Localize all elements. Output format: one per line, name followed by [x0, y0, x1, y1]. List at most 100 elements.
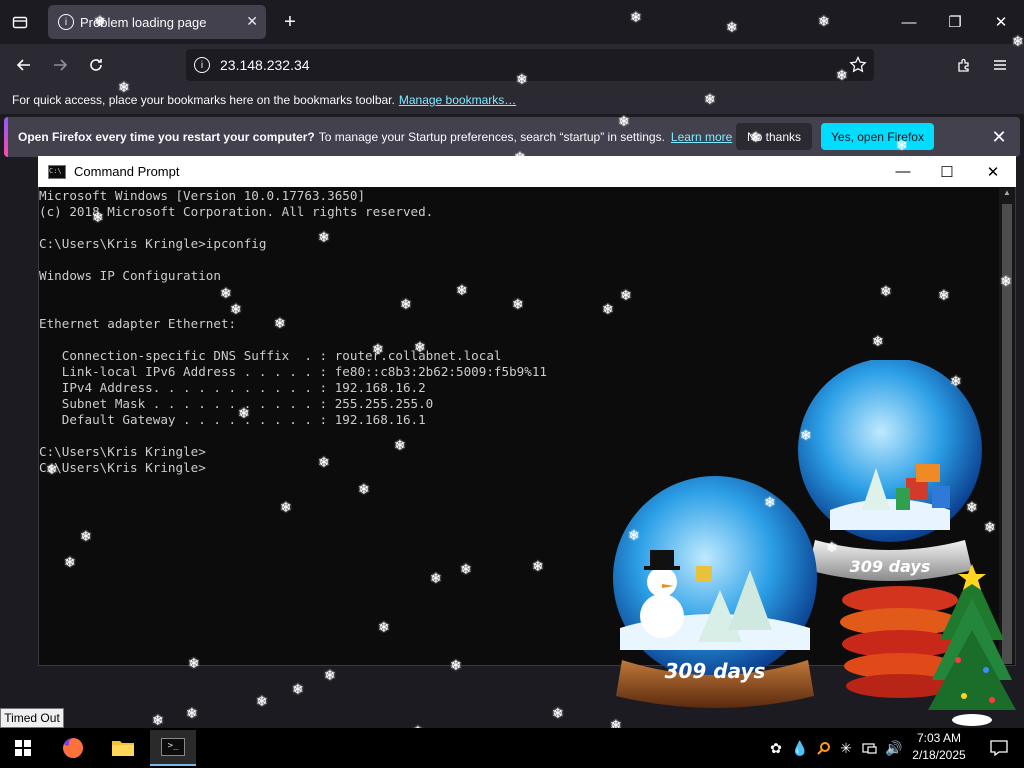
file-explorer-taskbar-icon[interactable]	[100, 730, 146, 766]
bookmarks-toolbar: For quick access, place your bookmarks h…	[0, 86, 1024, 114]
cmd-taskbar-icon[interactable]: >_	[150, 730, 196, 766]
snowflake-icon: ❄	[358, 481, 370, 497]
snowflake-icon: ❄	[92, 209, 104, 225]
snowflake-icon: ❄	[630, 9, 642, 25]
bookmarks-hint: For quick access, place your bookmarks h…	[12, 93, 395, 107]
console-line: (c) 2018 Microsoft Corporation. All righ…	[39, 204, 434, 219]
clock-time: 7:03 AM	[916, 731, 962, 745]
snowflake-icon: ❄	[46, 461, 58, 477]
yes-open-firefox-button[interactable]: Yes, open Firefox	[821, 123, 934, 150]
snowflake-icon: ❄	[516, 71, 528, 87]
forward-icon[interactable]	[46, 52, 74, 78]
snowflake-icon: ❄	[152, 712, 164, 728]
snowflake-icon: ❄	[872, 333, 884, 349]
snowflake-icon: ❄	[1000, 273, 1012, 289]
snowflake-icon: ❄	[430, 570, 442, 586]
snowflake-icon: ❄	[94, 13, 106, 29]
console-line: Ethernet adapter Ethernet:	[39, 316, 237, 331]
snowflake-icon: ❄	[984, 519, 996, 535]
notifications-icon[interactable]	[976, 730, 1022, 766]
console-line: C:\Users\Kris Kringle>ipconfig	[39, 236, 267, 251]
snow-globe-front: 309 days	[613, 476, 817, 708]
snowflake-icon: ❄	[230, 301, 242, 317]
scroll-up-icon[interactable]: ▲	[999, 188, 1015, 202]
site-info-icon[interactable]: i	[194, 57, 210, 73]
snowflake-icon: ❄	[80, 528, 92, 544]
cmd-maximize-button[interactable]: ☐	[924, 156, 970, 187]
cmd-minimize-button[interactable]: —	[880, 156, 926, 187]
app-menu-icon[interactable]	[986, 52, 1014, 78]
snowflake-icon: ❄	[896, 137, 908, 153]
snowflake-icon: ❄	[186, 705, 198, 721]
snowflake-icon: ❄	[450, 657, 462, 673]
snowflake-icon: ❄	[950, 373, 962, 389]
list-all-tabs-icon[interactable]	[8, 10, 32, 34]
url-text: 23.148.232.34	[220, 57, 310, 73]
no-thanks-button[interactable]: No thanks	[736, 123, 812, 150]
tray-drop-icon[interactable]: 💧	[790, 736, 810, 760]
spring-decoration	[840, 586, 960, 698]
snowflake-icon: ❄	[378, 619, 390, 635]
snowflake-icon: ❄	[628, 527, 640, 543]
notification-title: Open Firefox every time you restart your…	[18, 130, 315, 144]
start-button[interactable]	[0, 730, 46, 766]
notification-text: To manage your Startup preferences, sear…	[318, 130, 665, 144]
snowflake-icon: ❄	[532, 558, 544, 574]
snowflake-icon: ❄	[400, 296, 412, 312]
snowflake-icon: ❄	[880, 283, 892, 299]
windows-logo-icon	[15, 740, 31, 756]
minimize-button[interactable]: —	[886, 8, 932, 36]
learn-more-link[interactable]: Learn more	[671, 130, 732, 144]
snowflake-icon: ❄	[64, 554, 76, 570]
snowflake-icon: ❄	[800, 427, 812, 443]
tray-app-icon[interactable]: ✿	[766, 736, 786, 760]
snowflake-icon: ❄	[514, 149, 526, 165]
snowflake-icon: ❄	[602, 301, 614, 317]
console-line: Windows IP Configuration	[39, 268, 221, 283]
notification-close-icon[interactable]: ✕	[986, 124, 1012, 150]
snowflake-icon: ❄	[618, 113, 630, 129]
snowflake-icon: ❄	[256, 693, 268, 709]
network-icon[interactable]	[860, 736, 880, 760]
snowflake-icon: ❄	[456, 282, 468, 298]
tab-problem-loading[interactable]: i Problem loading page ✕	[48, 5, 266, 39]
manage-bookmarks-link[interactable]: Manage bookmarks…	[399, 93, 516, 107]
snowflake-icon: ❄	[324, 667, 336, 683]
cmd-title: Command Prompt	[74, 164, 180, 179]
new-tab-button[interactable]: +	[278, 10, 302, 34]
volume-icon[interactable]: 🔊	[884, 736, 904, 760]
snowflake-icon: ❄	[938, 287, 950, 303]
snowflake-icon: ❄	[966, 499, 978, 515]
console-line: Microsoft Windows [Version 10.0.17763.36…	[39, 188, 366, 203]
snowflake-icon: ❄	[292, 681, 304, 697]
snowflake-icon: ❄	[318, 229, 330, 245]
snowflake-icon: ❄	[836, 67, 848, 83]
bookmark-star-icon[interactable]	[844, 52, 872, 78]
snowflake-icon: ❄	[372, 341, 384, 357]
snowflake-icon: ❄	[414, 339, 426, 355]
info-icon: i	[58, 14, 74, 30]
snowflake-icon: ❄	[220, 285, 232, 301]
close-window-button[interactable]: ✕	[978, 8, 1024, 36]
snowflake-icon: ❄	[764, 494, 776, 510]
tab-close-icon[interactable]: ✕	[246, 13, 258, 30]
url-bar[interactable]: i 23.148.232.34	[186, 49, 874, 81]
front-globe-days-label: 309 days	[665, 659, 766, 683]
tray-snowflake-icon[interactable]: ✳	[836, 736, 856, 760]
reload-icon[interactable]	[82, 52, 110, 78]
cmd-title-bar[interactable]: C:\ Command Prompt	[38, 156, 1016, 187]
extensions-icon[interactable]	[950, 52, 978, 78]
firefox-taskbar-icon[interactable]	[50, 730, 96, 766]
taskbar-clock[interactable]: 7:03 AM 2/18/2025	[906, 730, 972, 766]
maximize-button[interactable]: ❐	[932, 8, 978, 36]
snowflake-icon: ❄	[318, 454, 330, 470]
cmd-app-icon: C:\	[48, 164, 66, 179]
back-globe-days-label: 309 days	[850, 557, 931, 576]
snowflake-icon: ❄	[274, 315, 286, 331]
tray-search-icon[interactable]	[814, 736, 834, 760]
back-icon[interactable]	[10, 52, 38, 78]
cmd-close-button[interactable]: ✕	[970, 156, 1016, 187]
snowflake-icon: ❄	[280, 499, 292, 515]
